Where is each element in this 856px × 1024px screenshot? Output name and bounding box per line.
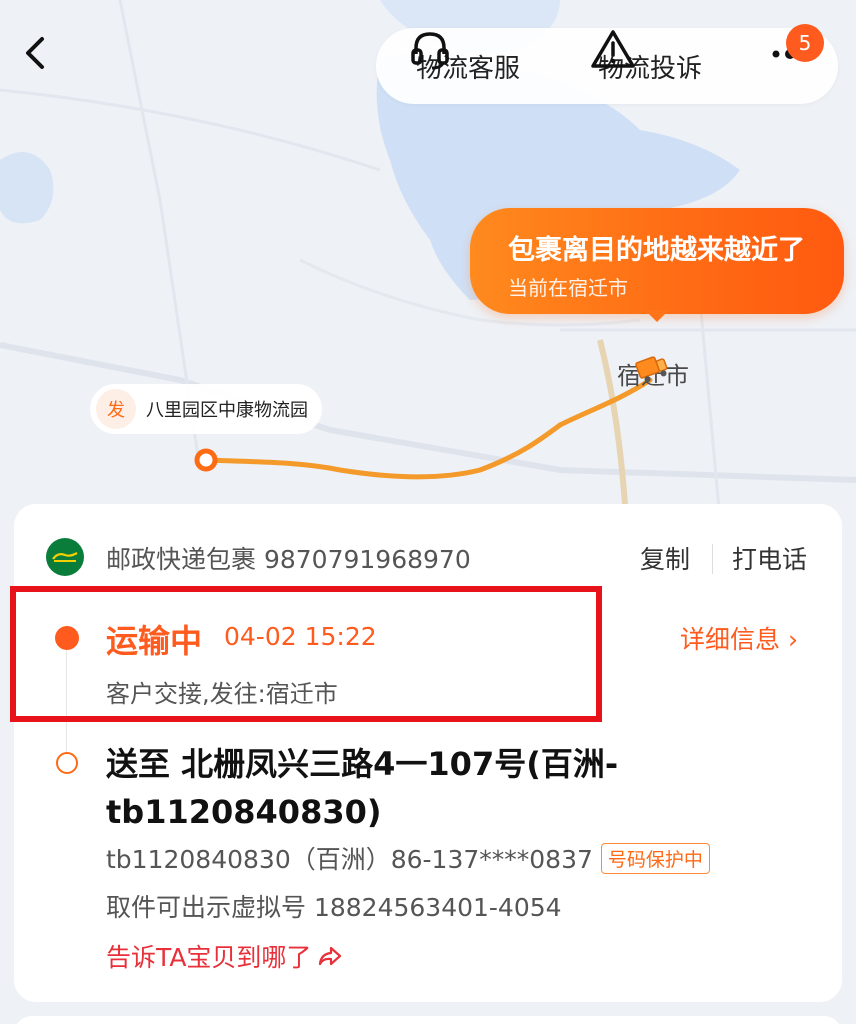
recipient-contact-text: tb1120840830（百洲）86-137****0837: [106, 845, 593, 874]
share-location-link[interactable]: 告诉TA宝贝到哪了: [106, 938, 343, 974]
status-bubble: 包裹离目的地越来越近了 当前在宿迁市: [470, 208, 844, 314]
origin-name: 八里园区中康物流园: [146, 400, 308, 421]
bubble-title: 包裹离目的地越来越近了: [508, 235, 805, 266]
destination-address: 送至 北栅凤兴三路4一107号(百洲-tb1120840830): [106, 745, 619, 831]
virtual-number-line: 取件可出示虚拟号 18824563401-4054: [106, 893, 562, 922]
call-button[interactable]: 打电话: [732, 540, 807, 576]
share-location-label: 告诉TA宝贝到哪了: [106, 943, 312, 972]
divider: [712, 544, 713, 574]
timeline-destination-dot: [56, 752, 78, 774]
message-badge: 5: [786, 24, 824, 62]
origin-label: 发 八里园区中康物流园: [90, 384, 322, 434]
tracking-card: 邮政快递包裹 9870791968970 复制 打电话 运输中 04-02 15…: [10, 504, 842, 1002]
bubble-tail: [645, 310, 669, 322]
bubble-subtitle: 当前在宿迁市: [508, 276, 628, 300]
detail-info-link[interactable]: 详细信息 ›: [680, 620, 798, 656]
origin-tag: 发: [96, 389, 136, 429]
recipient-contact: tb1120840830（百洲）86-137****0837 号码保护中: [106, 840, 710, 876]
map-view[interactable]: 物流客服 物流投诉 5 包裹离目的地越来越近了 当前在宿迁市 宿迁市 发 八里园…: [0, 0, 856, 560]
origin-marker: [194, 448, 218, 472]
next-card-edge: [14, 1016, 842, 1024]
logistics-service-button[interactable]: 物流客服: [408, 28, 520, 104]
logistics-complaint-button[interactable]: 物流投诉: [590, 28, 702, 104]
logistics-page: 物流客服 物流投诉 5 包裹离目的地越来越近了 当前在宿迁市 宿迁市 发 八里园…: [0, 0, 856, 1024]
copy-button[interactable]: 复制: [640, 540, 690, 576]
truck-icon: [634, 350, 670, 386]
number-protection-badge: 号码保护中: [600, 842, 710, 874]
courier-tracking-number: 邮政快递包裹 9870791968970: [106, 545, 471, 574]
back-button[interactable]: [22, 36, 78, 96]
top-action-bar: 物流客服 物流投诉 5: [376, 24, 838, 104]
share-arrow-icon: [317, 945, 343, 967]
highlight-annotation-box: [10, 586, 602, 722]
china-post-logo-icon: [46, 538, 84, 576]
